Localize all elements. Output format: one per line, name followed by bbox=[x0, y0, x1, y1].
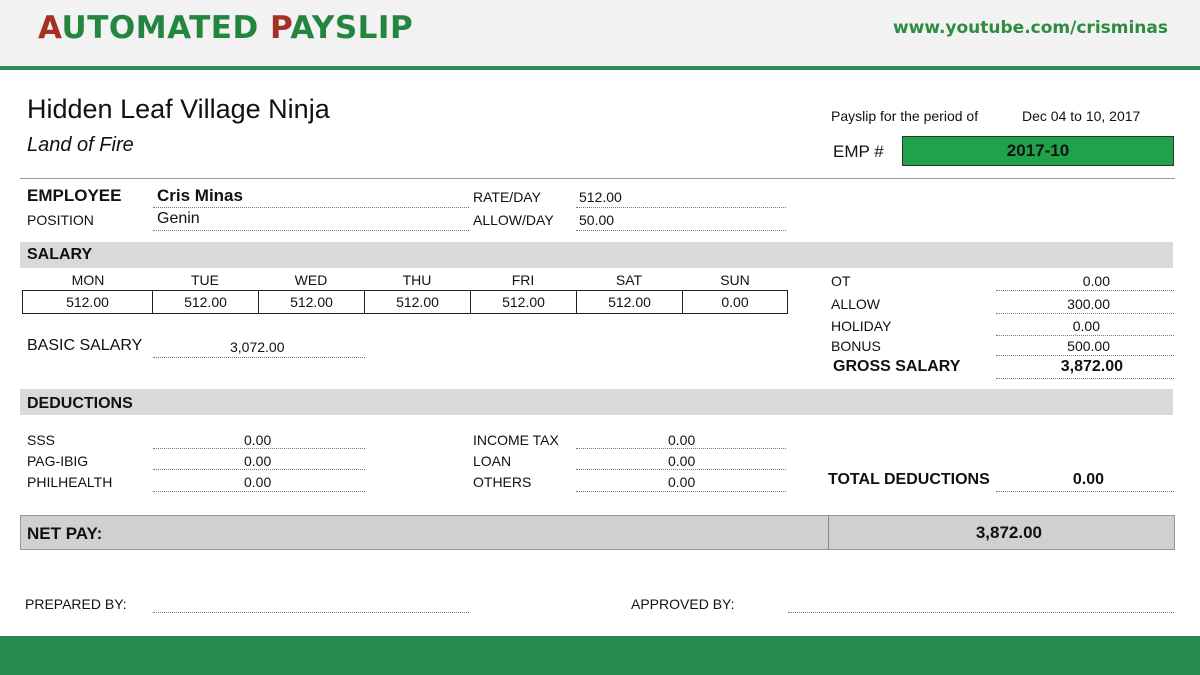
position-value[interactable]: Genin bbox=[157, 210, 200, 228]
day-header-tue: TUE bbox=[191, 272, 219, 288]
total-deductions-line bbox=[996, 491, 1174, 492]
others-line bbox=[576, 491, 786, 492]
gross-salary-value: 3,872.00 bbox=[1060, 358, 1123, 375]
pagibig-value[interactable]: 0.00 bbox=[244, 453, 271, 469]
salary-band bbox=[20, 242, 1173, 268]
salary-title: SALARY bbox=[27, 246, 93, 263]
emp-label: EMP # bbox=[833, 142, 884, 161]
employee-name-line bbox=[153, 207, 469, 208]
day-cell-tue[interactable]: 512.00 bbox=[152, 290, 259, 314]
allow-day-value[interactable]: 50.00 bbox=[579, 212, 614, 228]
ot-label: OT bbox=[831, 273, 851, 289]
bonus-line bbox=[996, 355, 1174, 356]
philhealth-value[interactable]: 0.00 bbox=[244, 474, 271, 490]
day-cell-wed[interactable]: 512.00 bbox=[258, 290, 365, 314]
prepared-by-line[interactable] bbox=[153, 612, 469, 613]
others-value[interactable]: 0.00 bbox=[668, 474, 695, 490]
income-tax-value[interactable]: 0.00 bbox=[668, 432, 695, 448]
day-cell-fri[interactable]: 512.00 bbox=[470, 290, 577, 314]
holiday-line bbox=[996, 335, 1174, 336]
income-tax-line bbox=[576, 448, 786, 449]
net-pay-label: NET PAY: bbox=[27, 524, 103, 543]
others-label: OTHERS bbox=[473, 474, 532, 490]
pagibig-line bbox=[153, 469, 365, 470]
sss-value[interactable]: 0.00 bbox=[244, 432, 271, 448]
philhealth-label: PHILHEALTH bbox=[27, 474, 113, 490]
day-header-sat: SAT bbox=[615, 272, 643, 288]
employee-label: EMPLOYEE bbox=[27, 186, 122, 205]
employee-name[interactable]: Cris Minas bbox=[157, 186, 243, 206]
day-header-thu: THU bbox=[402, 272, 432, 288]
holiday-value[interactable]: 0.00 bbox=[996, 318, 1100, 334]
deductions-band bbox=[20, 389, 1173, 415]
period-value: Dec 04 to 10, 2017 bbox=[1022, 108, 1141, 124]
company-location: Land of Fire bbox=[27, 134, 134, 156]
holiday-label: HOLIDAY bbox=[831, 318, 892, 334]
day-cell-sun[interactable]: 0.00 bbox=[682, 290, 788, 314]
title-letter-p: P bbox=[270, 10, 291, 46]
rate-line bbox=[576, 207, 786, 208]
day-header-sun: SUN bbox=[720, 272, 750, 288]
net-pay-value: 3,872.00 bbox=[975, 523, 1042, 542]
allow-line bbox=[996, 313, 1174, 314]
page-title: AUTOMATED PAYSLIP bbox=[38, 10, 413, 46]
pagibig-label: PAG-IBIG bbox=[27, 453, 89, 469]
loan-value[interactable]: 0.00 bbox=[668, 453, 695, 469]
bonus-value[interactable]: 500.00 bbox=[996, 338, 1110, 354]
position-label: POSITION bbox=[27, 212, 94, 228]
sss-label: SSS bbox=[27, 432, 56, 448]
gross-salary-line bbox=[996, 378, 1174, 379]
income-tax-label: INCOME TAX bbox=[473, 432, 559, 448]
net-pay-divider bbox=[828, 515, 829, 550]
ot-value[interactable]: 0.00 bbox=[996, 273, 1110, 289]
header-rule bbox=[0, 66, 1200, 70]
emp-number-cell[interactable]: 2017-10 bbox=[902, 136, 1174, 166]
gross-salary-label: GROSS SALARY bbox=[833, 358, 961, 375]
allow-day-line bbox=[576, 230, 786, 231]
loan-line bbox=[576, 469, 786, 470]
deductions-title: DEDUCTIONS bbox=[27, 395, 133, 412]
approved-by-line[interactable] bbox=[788, 612, 1174, 613]
day-header-fri: FRI bbox=[511, 272, 535, 288]
total-deductions-label: TOTAL DEDUCTIONS bbox=[828, 471, 990, 488]
total-deductions-value: 0.00 bbox=[1072, 471, 1104, 488]
rate-value[interactable]: 512.00 bbox=[579, 189, 622, 205]
allow-label: ALLOW bbox=[831, 296, 881, 312]
basic-salary-label: BASIC SALARY bbox=[27, 337, 143, 354]
day-cell-mon[interactable]: 512.00 bbox=[22, 290, 153, 314]
position-line bbox=[153, 230, 469, 231]
allow-value[interactable]: 300.00 bbox=[996, 296, 1110, 312]
basic-salary-value: 3,072.00 bbox=[230, 339, 285, 355]
basic-salary-line bbox=[153, 357, 365, 358]
divider bbox=[20, 178, 1175, 179]
bonus-label: BONUS bbox=[831, 338, 881, 354]
allow-day-label: ALLOW/DAY bbox=[473, 212, 554, 228]
title-letter-a: A bbox=[38, 10, 62, 46]
ot-line bbox=[996, 290, 1174, 291]
sss-line bbox=[153, 448, 365, 449]
footer-band bbox=[0, 636, 1200, 675]
period-label: Payslip for the period of bbox=[831, 108, 979, 124]
approved-by-label: APPROVED BY: bbox=[631, 596, 735, 612]
day-cell-thu[interactable]: 512.00 bbox=[364, 290, 471, 314]
day-header-mon: MON bbox=[71, 272, 105, 288]
prepared-by-label: PREPARED BY: bbox=[25, 596, 127, 612]
title-part-1: UTOMATED bbox=[61, 10, 270, 46]
company-name: Hidden Leaf Village Ninja bbox=[27, 94, 330, 124]
day-header-wed: WED bbox=[294, 272, 328, 288]
youtube-link[interactable]: www.youtube.com/crisminas bbox=[893, 18, 1168, 38]
title-part-2: AYSLIP bbox=[290, 10, 414, 46]
loan-label: LOAN bbox=[473, 453, 512, 469]
day-cell-sat[interactable]: 512.00 bbox=[576, 290, 683, 314]
philhealth-line bbox=[153, 491, 365, 492]
rate-label: RATE/DAY bbox=[473, 189, 541, 205]
